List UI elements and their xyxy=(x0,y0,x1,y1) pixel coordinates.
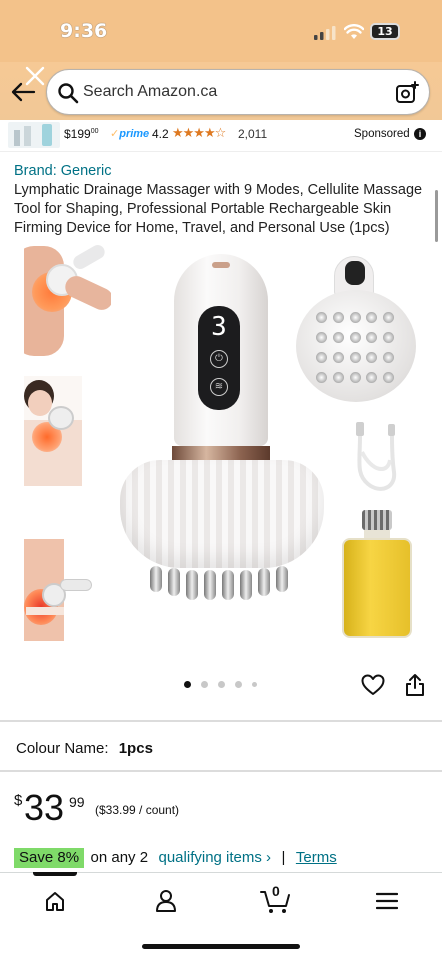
prime-badge: ✓prime xyxy=(110,128,150,140)
device-nodes xyxy=(146,564,296,602)
gallery-dot[interactable] xyxy=(201,681,208,688)
sponsored-price-value: $199 xyxy=(64,127,91,141)
heart-icon[interactable] xyxy=(361,674,385,696)
colour-value: 1pcs xyxy=(118,740,153,757)
sponsored-thumbnail xyxy=(8,122,60,148)
unit-price: ($33.99 / count) xyxy=(95,803,180,817)
active-tab-indicator xyxy=(33,872,77,876)
signal-icon xyxy=(314,26,336,40)
back-arrow-icon[interactable] xyxy=(10,81,36,103)
price-cents: 99 xyxy=(69,794,85,810)
divider xyxy=(0,770,442,772)
app-root: 9:36 13 .search-input::placeholder{c xyxy=(0,0,442,960)
gallery-thumbnail-neck[interactable] xyxy=(24,376,82,486)
device-display-digit: 3 xyxy=(211,312,227,342)
qualifying-items-label: qualifying items xyxy=(158,849,262,866)
mode-icon: ≋ xyxy=(210,378,228,396)
search-input[interactable] xyxy=(83,78,383,106)
sponsored-price-cents: 00 xyxy=(90,128,99,135)
device-display: 3 ⏻ ≋ xyxy=(198,306,240,410)
menu-icon[interactable] xyxy=(376,892,398,910)
colour-label: Colour Name: xyxy=(16,740,109,757)
save-badge: Save 8% xyxy=(14,848,85,868)
status-bar: 9:36 13 xyxy=(0,0,442,62)
search-icon xyxy=(58,83,79,104)
sponsored-strip[interactable]: $19900 ✓prime 4.2 ★★★★☆ 2,011 Sponsored … xyxy=(0,120,442,152)
home-icon[interactable] xyxy=(44,890,66,912)
cart-button[interactable]: 0 xyxy=(260,883,292,915)
bottom-tab-bar: 0 xyxy=(0,872,442,960)
promo-row: Save 8% on any 2 qualifying items › | Te… xyxy=(14,848,337,868)
device-lens xyxy=(212,262,230,268)
star-rating: ★★★★☆ xyxy=(172,125,226,140)
price-symbol: $ xyxy=(14,792,23,809)
terms-link[interactable]: Terms xyxy=(296,849,337,866)
accessory-device-head xyxy=(294,256,418,404)
gallery-thumbnail-abdomen[interactable] xyxy=(24,519,94,641)
search-bar[interactable] xyxy=(46,69,430,115)
device-ring xyxy=(172,446,270,460)
battery-level: 13 xyxy=(377,25,393,38)
device-head xyxy=(120,460,324,568)
gallery-dot[interactable] xyxy=(184,681,191,688)
share-icon[interactable] xyxy=(405,673,425,697)
gallery-dot[interactable] xyxy=(218,681,225,688)
power-icon: ⏻ xyxy=(210,350,228,368)
main-product-image[interactable]: 3 ⏻ ≋ xyxy=(112,250,324,620)
sponsored-label: Sponsored xyxy=(354,128,410,140)
status-time: 9:36 xyxy=(60,20,108,42)
product-title: Lymphatic Drainage Massager with 9 Modes… xyxy=(14,182,423,236)
account-icon[interactable] xyxy=(155,889,177,913)
qualifying-items-link[interactable]: qualifying items › xyxy=(159,849,272,866)
divider xyxy=(0,720,442,722)
camera-search-icon[interactable] xyxy=(395,81,419,105)
info-icon[interactable]: i xyxy=(414,128,426,140)
gallery-thumbnail-shoulder[interactable] xyxy=(24,242,111,358)
colour-row: Colour Name: 1pcs xyxy=(16,740,153,757)
promo-text: on any 2 xyxy=(90,849,149,866)
oil-bottle-image xyxy=(342,510,412,638)
wifi-icon xyxy=(344,24,364,39)
prime-label: prime xyxy=(119,128,150,140)
sponsored-rating: 4.2 xyxy=(152,127,169,141)
price-whole: 33 xyxy=(24,787,65,828)
sponsored-price: $19900 xyxy=(64,127,99,141)
cart-count: 0 xyxy=(272,883,280,899)
brand-link[interactable]: Brand: Generic xyxy=(14,163,112,179)
page-scrollbar[interactable] xyxy=(435,190,438,242)
home-indicator xyxy=(142,944,300,949)
gallery-dot[interactable] xyxy=(235,681,242,688)
promo-separator: | xyxy=(281,849,286,866)
battery-icon: 13 xyxy=(370,23,400,40)
review-count: 2,011 xyxy=(238,127,268,141)
product-gallery[interactable]: 3 ⏻ ≋ xyxy=(0,236,442,706)
gallery-dot[interactable] xyxy=(252,682,257,687)
usb-cable-icon xyxy=(356,422,397,491)
massage-nodes-grid xyxy=(316,312,396,388)
